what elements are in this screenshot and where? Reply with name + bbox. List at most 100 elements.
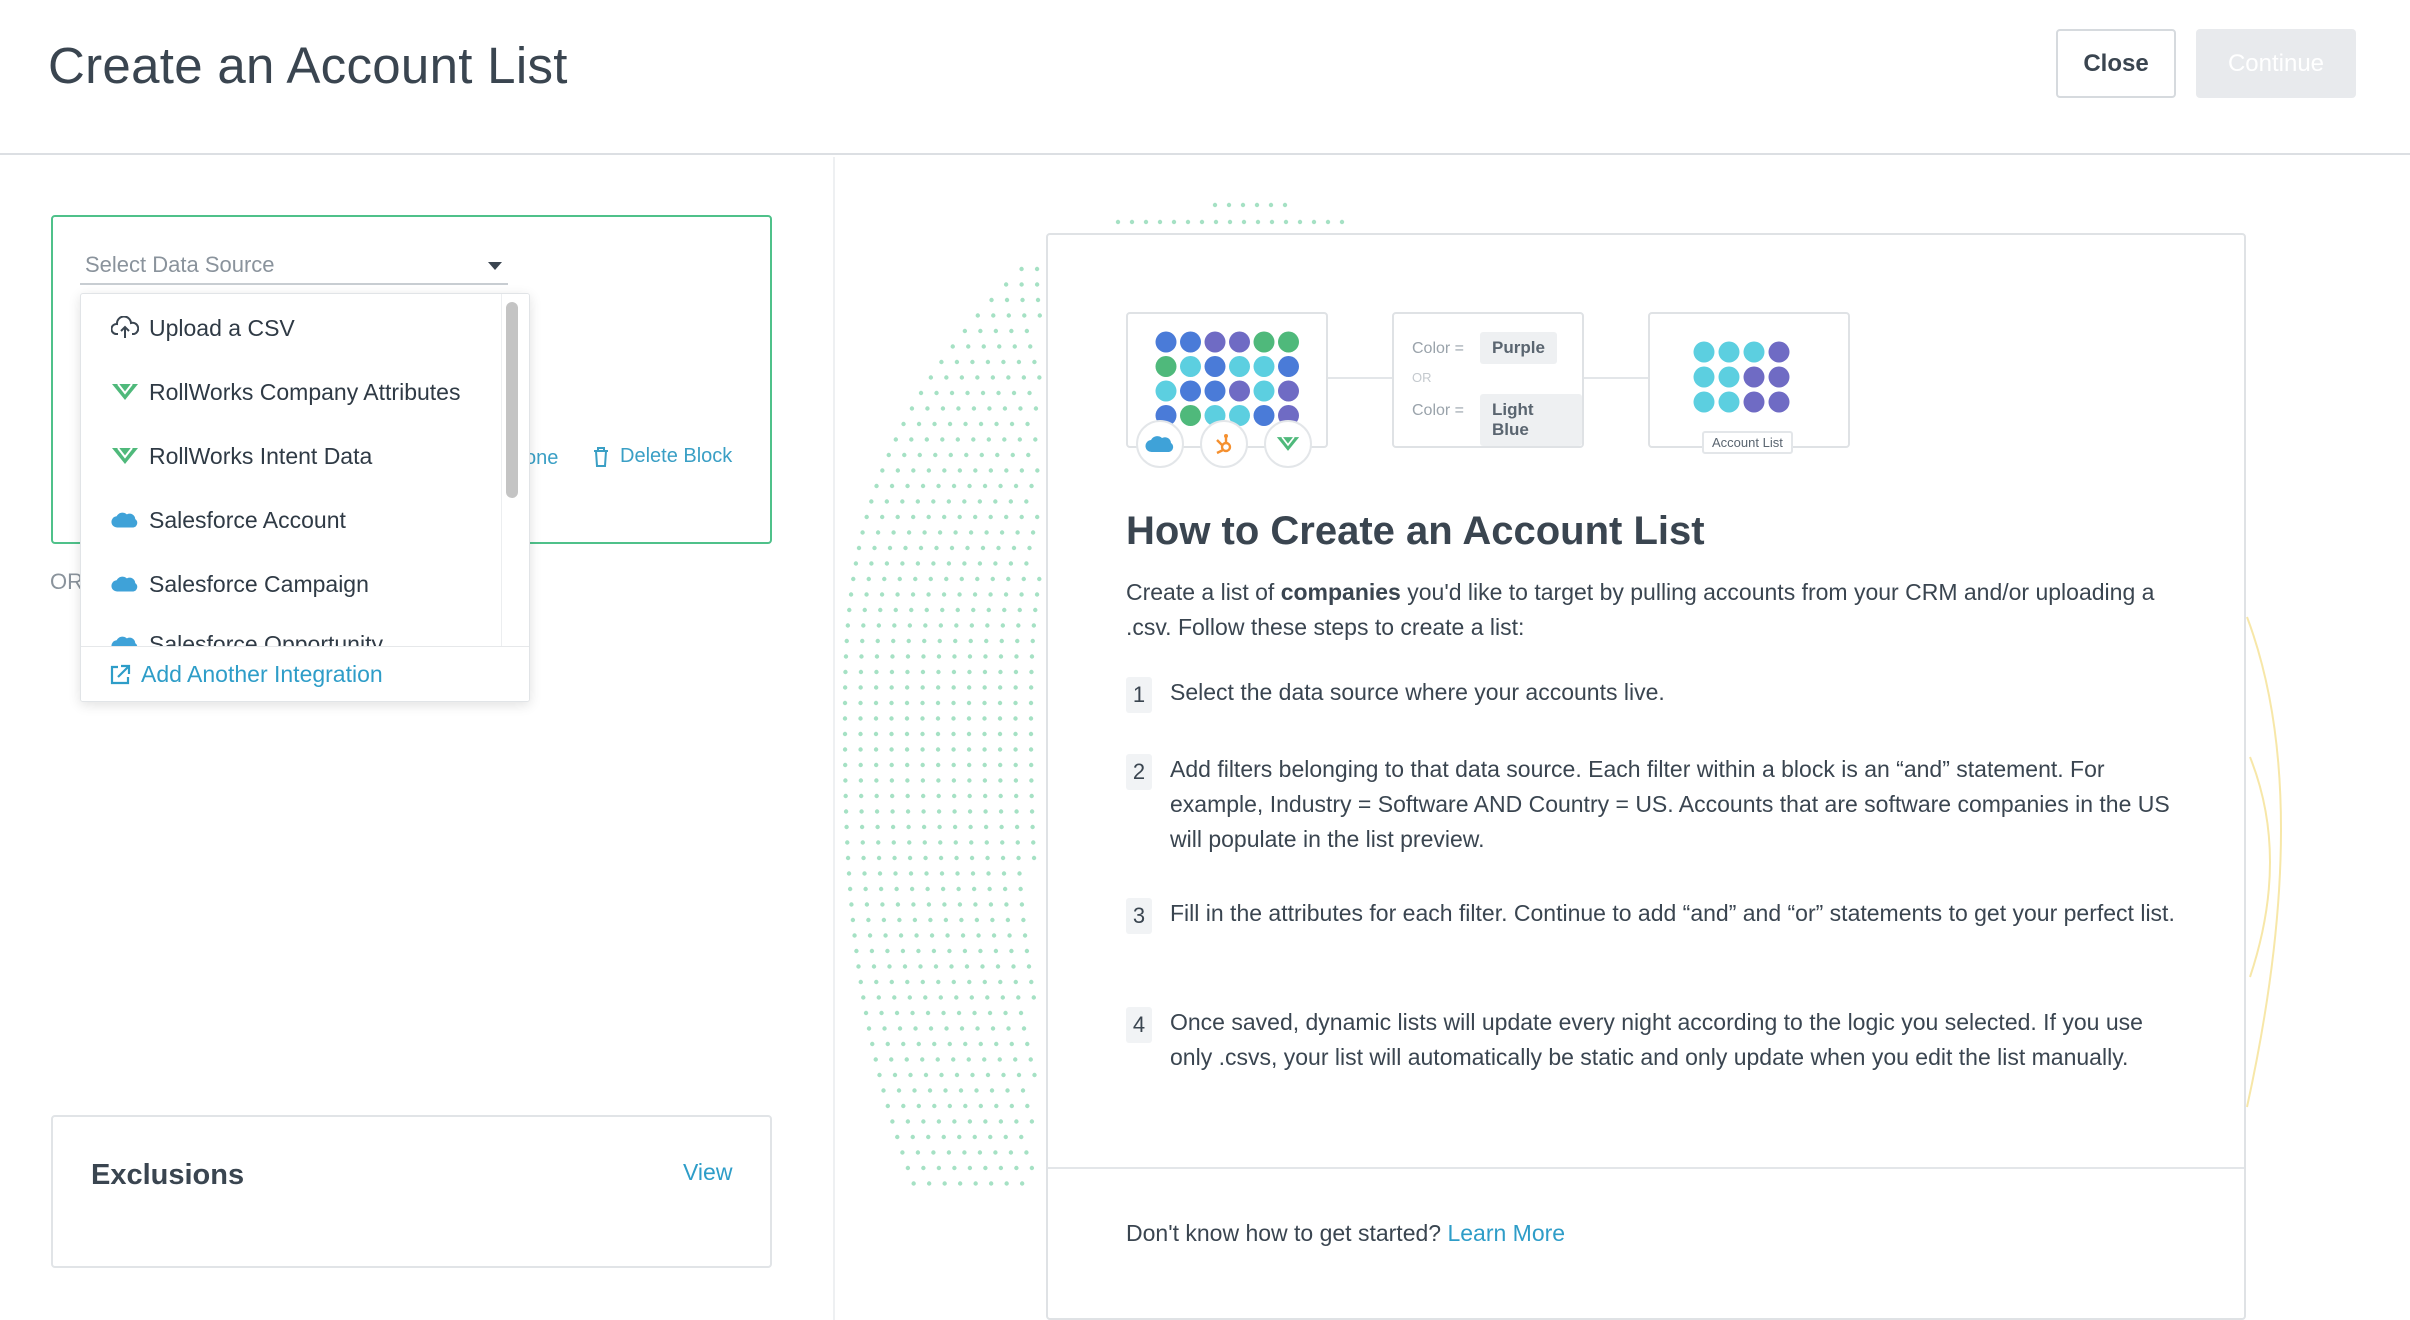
decorative-dot (915, 561, 921, 566)
decorative-dot (902, 452, 907, 458)
decorative-dot (925, 886, 930, 892)
decorative-dot (1171, 219, 1177, 225)
decorative-dot (935, 762, 941, 768)
decorative-dot (931, 948, 937, 954)
learn-more-link[interactable]: Learn More (1447, 1220, 1565, 1246)
add-another-integration-link[interactable]: Add Another Integration (109, 661, 383, 688)
decorative-dot (953, 840, 958, 845)
dropdown-scrollbar-thumb[interactable] (506, 302, 518, 498)
account-dot (1253, 380, 1275, 402)
decorative-dot (880, 468, 885, 473)
decorative-dot (920, 979, 925, 985)
decorative-dot (920, 700, 925, 706)
decorative-dot (963, 421, 968, 427)
decorative-dot (1255, 219, 1261, 225)
step-item: 4 Once saved, dynamic lists will update … (1126, 1005, 2186, 1075)
decorative-dot (864, 902, 870, 907)
decorative-dot (1014, 809, 1019, 814)
decorative-dot (1034, 266, 1040, 272)
decorative-dot (845, 840, 850, 845)
decorative-dot (947, 948, 952, 954)
decorative-dot (904, 762, 910, 768)
decorative-dot (920, 669, 926, 675)
decorative-dot (936, 793, 941, 799)
delete-block-label: Delete Block (620, 445, 733, 467)
exclusions-view-link[interactable]: View (683, 1159, 732, 1186)
decorative-dot (869, 499, 874, 504)
decorative-dot (1017, 437, 1023, 442)
decorative-dot (969, 855, 975, 861)
option-salesforce-account[interactable]: Salesforce Account (111, 500, 346, 540)
close-button[interactable]: Close (2056, 29, 2176, 98)
decorative-dot (967, 979, 972, 985)
decorative-dot (876, 855, 882, 861)
decorative-dot (1003, 1010, 1008, 1016)
decorative-dot (905, 1165, 911, 1171)
how-to-card: Color = Purple OR Color = Light Blue Acc… (1046, 233, 2246, 1320)
decorative-dot (990, 1026, 996, 1031)
decorative-dot (938, 840, 943, 845)
decorative-dot (967, 1165, 973, 1171)
decorative-dot (872, 545, 877, 551)
decorative-dot (964, 452, 969, 458)
filter-label: Color = (1412, 402, 1465, 419)
step-item: 3 Fill in the attributes for each filter… (1126, 896, 2186, 934)
continue-button[interactable]: Continue (2196, 29, 2356, 98)
decorative-dot (1024, 499, 1029, 504)
decorative-dot (997, 731, 1003, 737)
decorative-dot (921, 824, 927, 830)
option-salesforce-opportunity[interactable]: Salesforce Opportunity (111, 624, 383, 646)
option-salesforce-campaign[interactable]: Salesforce Campaign (111, 564, 369, 604)
decorative-dot (991, 313, 996, 318)
decorative-dot (910, 1134, 915, 1140)
clone-block-button[interactable]: one (525, 447, 558, 470)
decorative-dot (1028, 685, 1034, 690)
decorative-dot (916, 1103, 922, 1109)
decorative-dot (1143, 219, 1149, 225)
decorative-dot (972, 1010, 977, 1016)
decorative-dot (967, 778, 972, 783)
option-rollworks-intent-data[interactable]: RollWorks Intent Data (111, 436, 372, 476)
help-footer: Don't know how to get started? Learn Mor… (1126, 1220, 1565, 1247)
decorative-dot (1015, 840, 1020, 845)
step-text: Fill in the attributes for each filter. … (1170, 900, 2175, 926)
decorative-dot (926, 592, 931, 597)
decorative-dot (1001, 1072, 1006, 1078)
decorative-dot (977, 561, 983, 566)
decorative-dot (920, 747, 925, 752)
data-source-select[interactable]: Select Data Source (80, 248, 508, 285)
decorative-dot (971, 437, 976, 442)
decorative-dot (955, 437, 961, 442)
option-rollworks-company-attributes[interactable]: RollWorks Company Attributes (111, 372, 460, 412)
delete-block-button[interactable]: Delete Block (592, 445, 732, 468)
decorative-dot (874, 654, 880, 659)
decorative-dot (954, 623, 959, 628)
data-source-options: Upload a CSV RollWorks Company Attribute… (81, 294, 501, 646)
decorative-dot (960, 933, 966, 938)
decorative-dot (1013, 1057, 1018, 1062)
decorative-dot (1029, 654, 1035, 659)
decorative-dot (1000, 840, 1005, 845)
account-dot (1768, 366, 1790, 388)
decorative-dot (951, 669, 957, 675)
decorative-dot (1029, 979, 1034, 985)
decorative-dot (1037, 313, 1042, 318)
decorative-dot (1016, 623, 1021, 628)
decorative-dot (858, 778, 864, 783)
decorative-dot (858, 700, 863, 706)
decorative-dot (915, 499, 921, 504)
decorative-dot (900, 561, 905, 566)
decorative-dot (873, 762, 879, 768)
decorative-dot (878, 886, 884, 892)
decorative-dot (890, 809, 895, 814)
decorative-dot (980, 545, 986, 551)
decorative-dot (904, 700, 910, 706)
exclusions-card: Exclusions View (51, 1115, 772, 1268)
decorative-dot (922, 530, 927, 535)
decorative-dot (1017, 871, 1022, 876)
decorative-dot (963, 1103, 968, 1109)
step-number: 3 (1126, 898, 1152, 934)
option-upload-csv[interactable]: Upload a CSV (111, 308, 295, 348)
decorative-dot (967, 669, 972, 675)
decorative-dot (859, 809, 864, 814)
